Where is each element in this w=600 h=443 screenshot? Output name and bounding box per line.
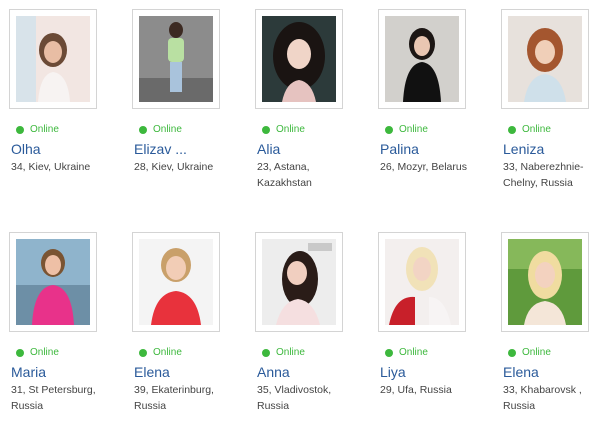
profile-photo[interactable]	[139, 239, 213, 325]
profile-photo-frame[interactable]	[501, 232, 589, 332]
status-label: Online	[276, 124, 305, 135]
online-dot-icon	[139, 349, 147, 357]
profile-photo[interactable]	[139, 16, 213, 102]
online-status: Online	[508, 124, 551, 136]
profile-photo-frame[interactable]	[378, 232, 466, 332]
online-status: Online	[262, 347, 305, 359]
online-dot-icon	[16, 349, 24, 357]
profile-photo-frame[interactable]	[9, 232, 97, 332]
online-status: Online	[385, 347, 428, 359]
profile-name[interactable]: Elena	[503, 363, 539, 381]
profile-photo-frame[interactable]	[501, 9, 589, 109]
online-status: Online	[385, 124, 428, 136]
profile-photo[interactable]	[508, 16, 582, 102]
online-status: Online	[139, 124, 182, 136]
profile-photo-frame[interactable]	[132, 9, 220, 109]
profile-location: 29, Ufa, Russia	[380, 384, 452, 396]
profile-location: 34, Kiev, Ukraine	[11, 161, 91, 173]
profile-photo[interactable]	[16, 16, 90, 102]
status-label: Online	[522, 347, 551, 358]
online-dot-icon	[385, 349, 393, 357]
online-status: Online	[16, 347, 59, 359]
profile-location: 23, Astana, Kazakhstan	[257, 161, 312, 189]
profile-name[interactable]: Anna	[257, 363, 290, 381]
online-dot-icon	[262, 126, 270, 134]
profile-photo-frame[interactable]	[255, 232, 343, 332]
profile-location: 31, St Petersburg, Russia	[11, 384, 96, 412]
online-status: Online	[508, 347, 551, 359]
profile-location: 33, Naberezhnie-Chelny, Russia	[503, 161, 584, 189]
status-label: Online	[153, 347, 182, 358]
online-dot-icon	[508, 349, 516, 357]
profile-name[interactable]: Maria	[11, 363, 46, 381]
profile-location: 33, Khabarovsk , Russia	[503, 384, 582, 412]
profile-name[interactable]: Alia	[257, 140, 280, 158]
profile-name[interactable]: Elizav ...	[134, 140, 187, 158]
profile-photo-frame[interactable]	[132, 232, 220, 332]
online-dot-icon	[508, 126, 516, 134]
status-label: Online	[399, 347, 428, 358]
profile-name[interactable]: Olha	[11, 140, 41, 158]
online-dot-icon	[16, 126, 24, 134]
profile-location: 26, Mozyr, Belarus	[380, 161, 467, 173]
profile-photo-frame[interactable]	[378, 9, 466, 109]
status-label: Online	[30, 347, 59, 358]
profile-photo[interactable]	[385, 16, 459, 102]
profile-location: 39, Ekaterinburg, Russia	[134, 384, 214, 412]
profile-photo[interactable]	[16, 239, 90, 325]
status-label: Online	[522, 124, 551, 135]
online-status: Online	[262, 124, 305, 136]
profile-photo[interactable]	[385, 239, 459, 325]
profile-name[interactable]: Liya	[380, 363, 406, 381]
online-status: Online	[139, 347, 182, 359]
profile-photo[interactable]	[508, 239, 582, 325]
status-label: Online	[153, 124, 182, 135]
online-dot-icon	[262, 349, 270, 357]
profile-location: 28, Kiev, Ukraine	[134, 161, 214, 173]
online-status: Online	[16, 124, 59, 136]
online-dot-icon	[385, 126, 393, 134]
profile-location: 35, Vladivostok, Russia	[257, 384, 332, 412]
status-label: Online	[276, 347, 305, 358]
profile-name[interactable]: Leniza	[503, 140, 544, 158]
status-label: Online	[30, 124, 59, 135]
profile-photo[interactable]	[262, 239, 336, 325]
online-dot-icon	[139, 126, 147, 134]
profile-photo-frame[interactable]	[9, 9, 97, 109]
profile-photo[interactable]	[262, 16, 336, 102]
profile-name[interactable]: Palina	[380, 140, 419, 158]
profile-name[interactable]: Elena	[134, 363, 170, 381]
status-label: Online	[399, 124, 428, 135]
profile-photo-frame[interactable]	[255, 9, 343, 109]
